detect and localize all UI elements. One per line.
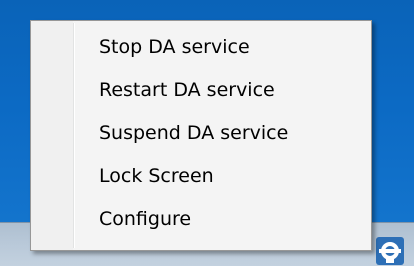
menu-item-restart-da-service[interactable]: Restart DA service	[33, 72, 369, 108]
da-client-icon[interactable]	[375, 236, 405, 266]
menu-item-stop-da-service[interactable]: Stop DA service	[33, 29, 369, 65]
menu-item-suspend-da-service[interactable]: Suspend DA service	[33, 115, 369, 151]
menu-item-label: Restart DA service	[99, 79, 275, 101]
menu-item-label: Stop DA service	[99, 36, 250, 58]
menu-item-configure[interactable]: Configure	[33, 201, 369, 237]
menu-item-label: Suspend DA service	[99, 122, 289, 144]
menu-item-label: Configure	[99, 208, 192, 230]
menu-item-lock-screen[interactable]: Lock Screen	[33, 158, 369, 194]
menu-item-label: Lock Screen	[99, 165, 214, 187]
context-menu: Stop DA service Restart DA service Suspe…	[30, 20, 372, 251]
